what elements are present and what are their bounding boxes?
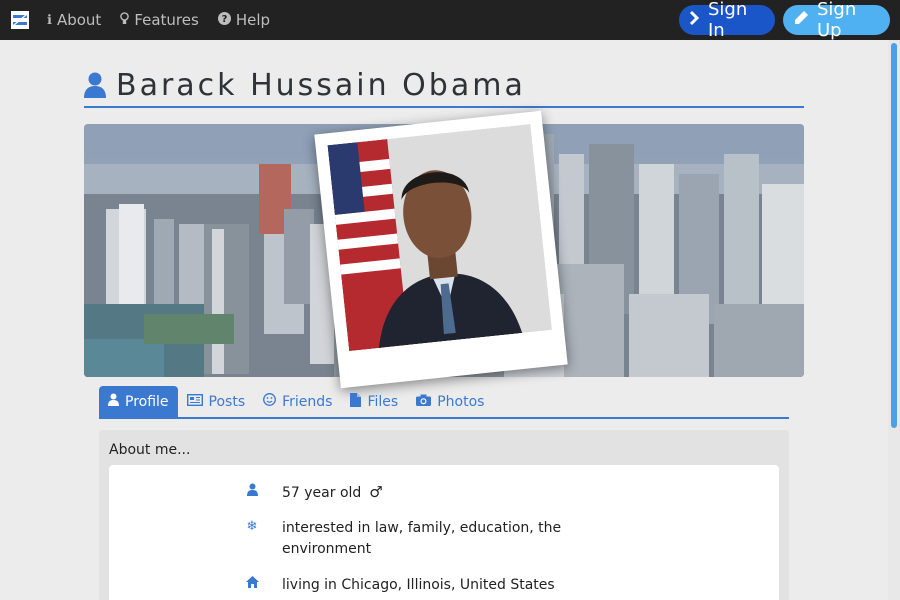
tab-photos[interactable]: Photos — [407, 386, 493, 417]
tab-profile-label: Profile — [125, 393, 169, 410]
location-text: living in Chicago, Illinois, United Stat… — [282, 577, 555, 593]
profile-photo-frame[interactable] — [314, 110, 568, 389]
sign-in-button[interactable]: Sign In — [679, 0, 775, 41]
file-icon — [350, 392, 362, 411]
page-title: Barack Hussain Obama — [116, 67, 526, 103]
tab-files[interactable]: Files — [341, 386, 407, 417]
info-icon: ℹ — [47, 12, 52, 28]
user-icon — [245, 483, 259, 499]
age-text: 57 year old — [282, 485, 362, 501]
tab-files-label: Files — [367, 393, 399, 410]
scrollbar-thumb[interactable] — [891, 43, 897, 428]
snowflake-icon: ❄ — [246, 518, 258, 533]
tab-friends[interactable]: Friends — [254, 386, 341, 417]
sign-in-label: Sign In — [708, 0, 748, 41]
question-circle-icon: ? — [217, 11, 231, 29]
tab-posts[interactable]: Posts — [178, 386, 255, 417]
svg-text:?: ? — [221, 14, 227, 25]
interests-text: interested in law, family, education, th… — [282, 520, 562, 557]
sign-up-label: Sign Up — [817, 0, 857, 41]
nav-help-label: Help — [235, 11, 271, 29]
chevron-right-icon — [689, 10, 700, 30]
home-icon — [245, 576, 259, 591]
about-panel: About me... 57 year old ♂ ❄ interested in… — [99, 430, 789, 600]
user-icon — [84, 71, 106, 99]
nav-features-link[interactable]: Features — [120, 11, 199, 29]
nav-about-label: About — [56, 11, 102, 29]
pencil-icon — [793, 10, 809, 30]
tab-friends-label: Friends — [282, 393, 333, 410]
nav-about-link[interactable]: ℹ About — [47, 11, 101, 29]
profile-tabs: Profile Posts Friends Files Photos — [99, 386, 789, 419]
about-card: 57 year old ♂ ❄ interested in law, family… — [109, 465, 779, 600]
sign-up-button[interactable]: Sign Up — [783, 0, 890, 41]
info-age-text: 57 year old ♂ — [282, 482, 572, 504]
tab-profile[interactable]: Profile — [99, 386, 178, 417]
nav-features-label: Features — [134, 11, 199, 29]
tab-photos-label: Photos — [437, 393, 485, 410]
nav-help-link[interactable]: ? Help — [217, 11, 271, 29]
camera-icon — [416, 394, 432, 410]
newspaper-icon — [186, 393, 203, 410]
lightbulb-icon — [120, 11, 130, 29]
profile-header: Barack Hussain Obama — [84, 64, 804, 108]
brand-logo[interactable] — [11, 11, 29, 29]
smile-icon — [263, 393, 277, 410]
user-icon — [108, 393, 119, 410]
page-scrollbar[interactable] — [888, 40, 900, 600]
top-navbar: ℹ About Features ? Help Sign In Sign Up — [0, 0, 900, 41]
male-gender-icon: ♂ — [369, 483, 383, 501]
tab-posts-label: Posts — [208, 393, 246, 410]
profile-photo — [327, 123, 553, 352]
about-heading: About me... — [109, 442, 191, 458]
